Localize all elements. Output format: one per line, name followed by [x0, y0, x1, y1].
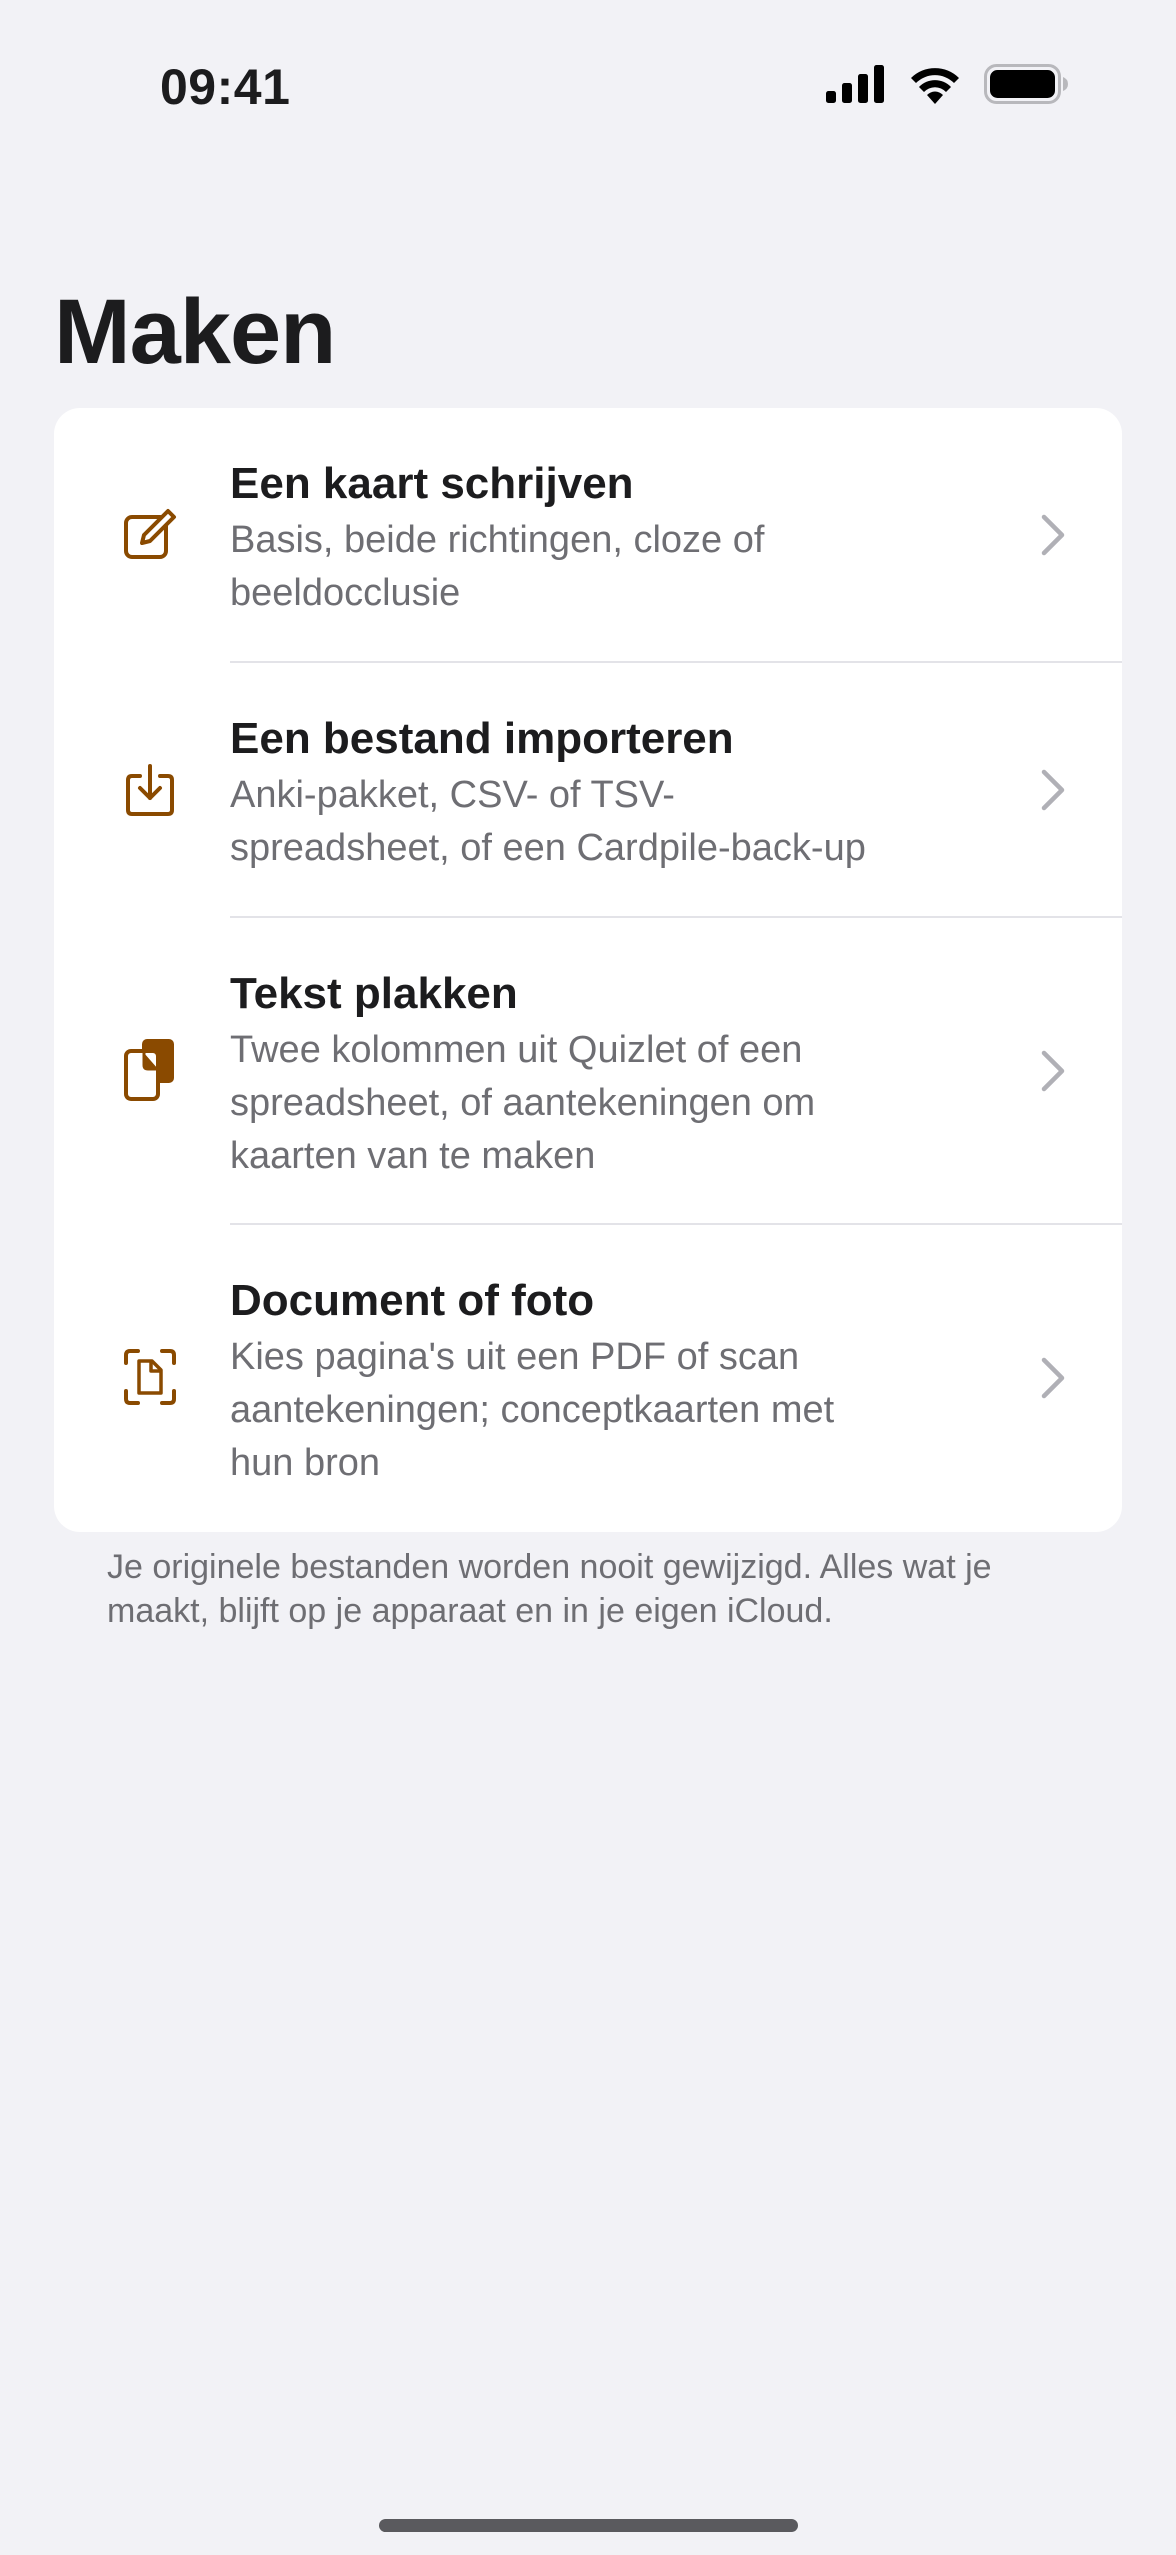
- option-subtitle-line: aantekeningen; conceptkaarten met: [230, 1389, 835, 1431]
- footnote-line: Je originele bestanden worden nooit gewi…: [107, 1548, 992, 1586]
- option-text: Een kaart schrijven Basis, beide richtin…: [230, 456, 1010, 620]
- option-text: Tekst plakken Twee kolommen uit Quizlet …: [230, 966, 1010, 1183]
- option-subtitle-line: spreadsheet, of een Cardpile-back-up: [230, 827, 866, 869]
- privacy-footnote: Je originele bestanden worden nooit gewi…: [107, 1545, 1087, 1633]
- wifi-icon: [908, 64, 962, 104]
- compose-icon: [120, 505, 180, 565]
- option-title: Document of foto: [230, 1276, 595, 1325]
- option-paste-text[interactable]: Tekst plakken Twee kolommen uit Quizlet …: [54, 918, 1122, 1224]
- option-subtitle-line: kaarten van te maken: [230, 1135, 596, 1177]
- import-tray-icon: [120, 760, 180, 820]
- battery-icon: [984, 64, 1068, 104]
- paste-clipboard-icon: [120, 1039, 180, 1101]
- status-bar: 09:41: [0, 0, 1176, 170]
- document-scan-icon: [120, 1347, 180, 1407]
- create-options-card: Een kaart schrijven Basis, beide richtin…: [54, 408, 1122, 1532]
- option-subtitle-line: Anki-pakket, CSV- of TSV-: [230, 774, 675, 816]
- option-import-file[interactable]: Een bestand importeren Anki-pakket, CSV-…: [54, 663, 1122, 917]
- option-subtitle: Kies pagina's uit een PDF of scan aantek…: [230, 1331, 1010, 1490]
- home-indicator[interactable]: [379, 2519, 798, 2532]
- chevron-right-icon: [1041, 769, 1065, 811]
- cellular-signal-icon: [826, 65, 886, 103]
- option-write-card[interactable]: Een kaart schrijven Basis, beide richtin…: [54, 408, 1122, 662]
- status-icons: [826, 64, 1068, 104]
- option-document-or-photo[interactable]: Document of foto Kies pagina's uit een P…: [54, 1225, 1122, 1532]
- page-title: Maken: [54, 281, 336, 383]
- option-text: Een bestand importeren Anki-pakket, CSV-…: [230, 711, 1010, 875]
- status-time: 09:41: [160, 59, 291, 115]
- option-subtitle-line: beeldocclusie: [230, 572, 461, 614]
- option-title: Een bestand importeren: [230, 714, 734, 763]
- option-subtitle: Anki-pakket, CSV- of TSV- spreadsheet, o…: [230, 769, 1010, 875]
- chevron-right-icon: [1041, 1050, 1065, 1092]
- option-subtitle: Basis, beide richtingen, cloze of beeldo…: [230, 514, 1010, 620]
- option-subtitle-line: spreadsheet, of aantekeningen om: [230, 1082, 816, 1124]
- option-subtitle-line: Kies pagina's uit een PDF of scan: [230, 1336, 800, 1378]
- option-subtitle: Twee kolommen uit Quizlet of een spreads…: [230, 1024, 1010, 1183]
- create-screen: 09:41 Maken Een kaart schrijven Basis, b…: [0, 0, 1176, 2555]
- chevron-right-icon: [1041, 514, 1065, 556]
- option-subtitle-line: hun bron: [230, 1442, 381, 1484]
- chevron-right-icon: [1041, 1357, 1065, 1399]
- option-subtitle-line: Basis, beide richtingen, cloze of: [230, 519, 765, 561]
- option-title: Tekst plakken: [230, 969, 518, 1018]
- option-text: Document of foto Kies pagina's uit een P…: [230, 1273, 1010, 1490]
- option-subtitle-line: Twee kolommen uit Quizlet of een: [230, 1029, 803, 1071]
- option-title: Een kaart schrijven: [230, 459, 634, 508]
- footnote-line: maakt, blijft op je apparaat en in je ei…: [107, 1592, 833, 1630]
